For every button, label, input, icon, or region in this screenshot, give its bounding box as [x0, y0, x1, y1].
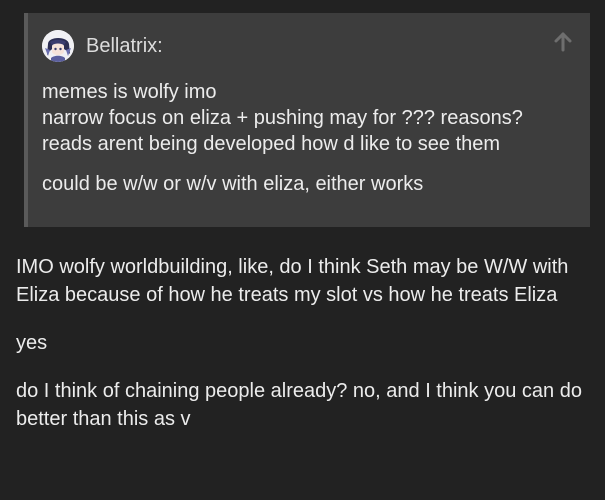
quote-line: narrow focus on eliza + pushing may for …: [42, 107, 523, 129]
quote-line: memes is wolfy imo: [42, 81, 217, 103]
post-body: IMO wolfy worldbuilding, like, do I thin…: [16, 253, 588, 433]
quote-line: could be w/w or w/v with eliza, either w…: [42, 173, 424, 195]
arrow-up-icon: [554, 32, 572, 52]
quote-header[interactable]: Bellatrix:: [42, 30, 163, 62]
jump-to-post-button[interactable]: [552, 31, 574, 53]
quote-text: memes is wolfy imo narrow focus on eliza…: [42, 79, 523, 197]
quote-line: reads arent being developed how d like t…: [42, 133, 501, 155]
post-paragraph: do I think of chaining people already? n…: [16, 380, 582, 430]
avatar-image: [42, 30, 74, 62]
quote-block: Bellatrix: memes is wolfy imo narrow foc…: [24, 13, 590, 227]
avatar[interactable]: [42, 30, 74, 62]
post-paragraph: IMO wolfy worldbuilding, like, do I thin…: [16, 256, 569, 306]
quote-author[interactable]: Bellatrix:: [86, 34, 163, 58]
post-paragraph: yes: [16, 332, 48, 354]
